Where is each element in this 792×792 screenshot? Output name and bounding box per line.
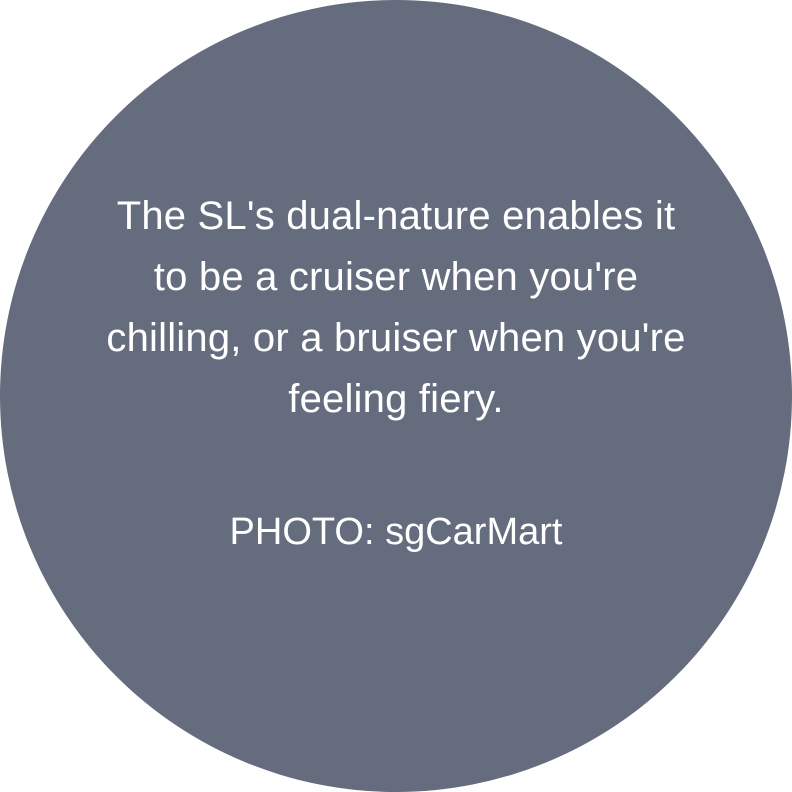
quote-card: The SL's dual-nature enables it to be a … [0, 0, 792, 792]
photo-credit: PHOTO: sgCarMart [229, 511, 563, 553]
quote-caption: The SL's dual-nature enables it to be a … [106, 194, 686, 421]
